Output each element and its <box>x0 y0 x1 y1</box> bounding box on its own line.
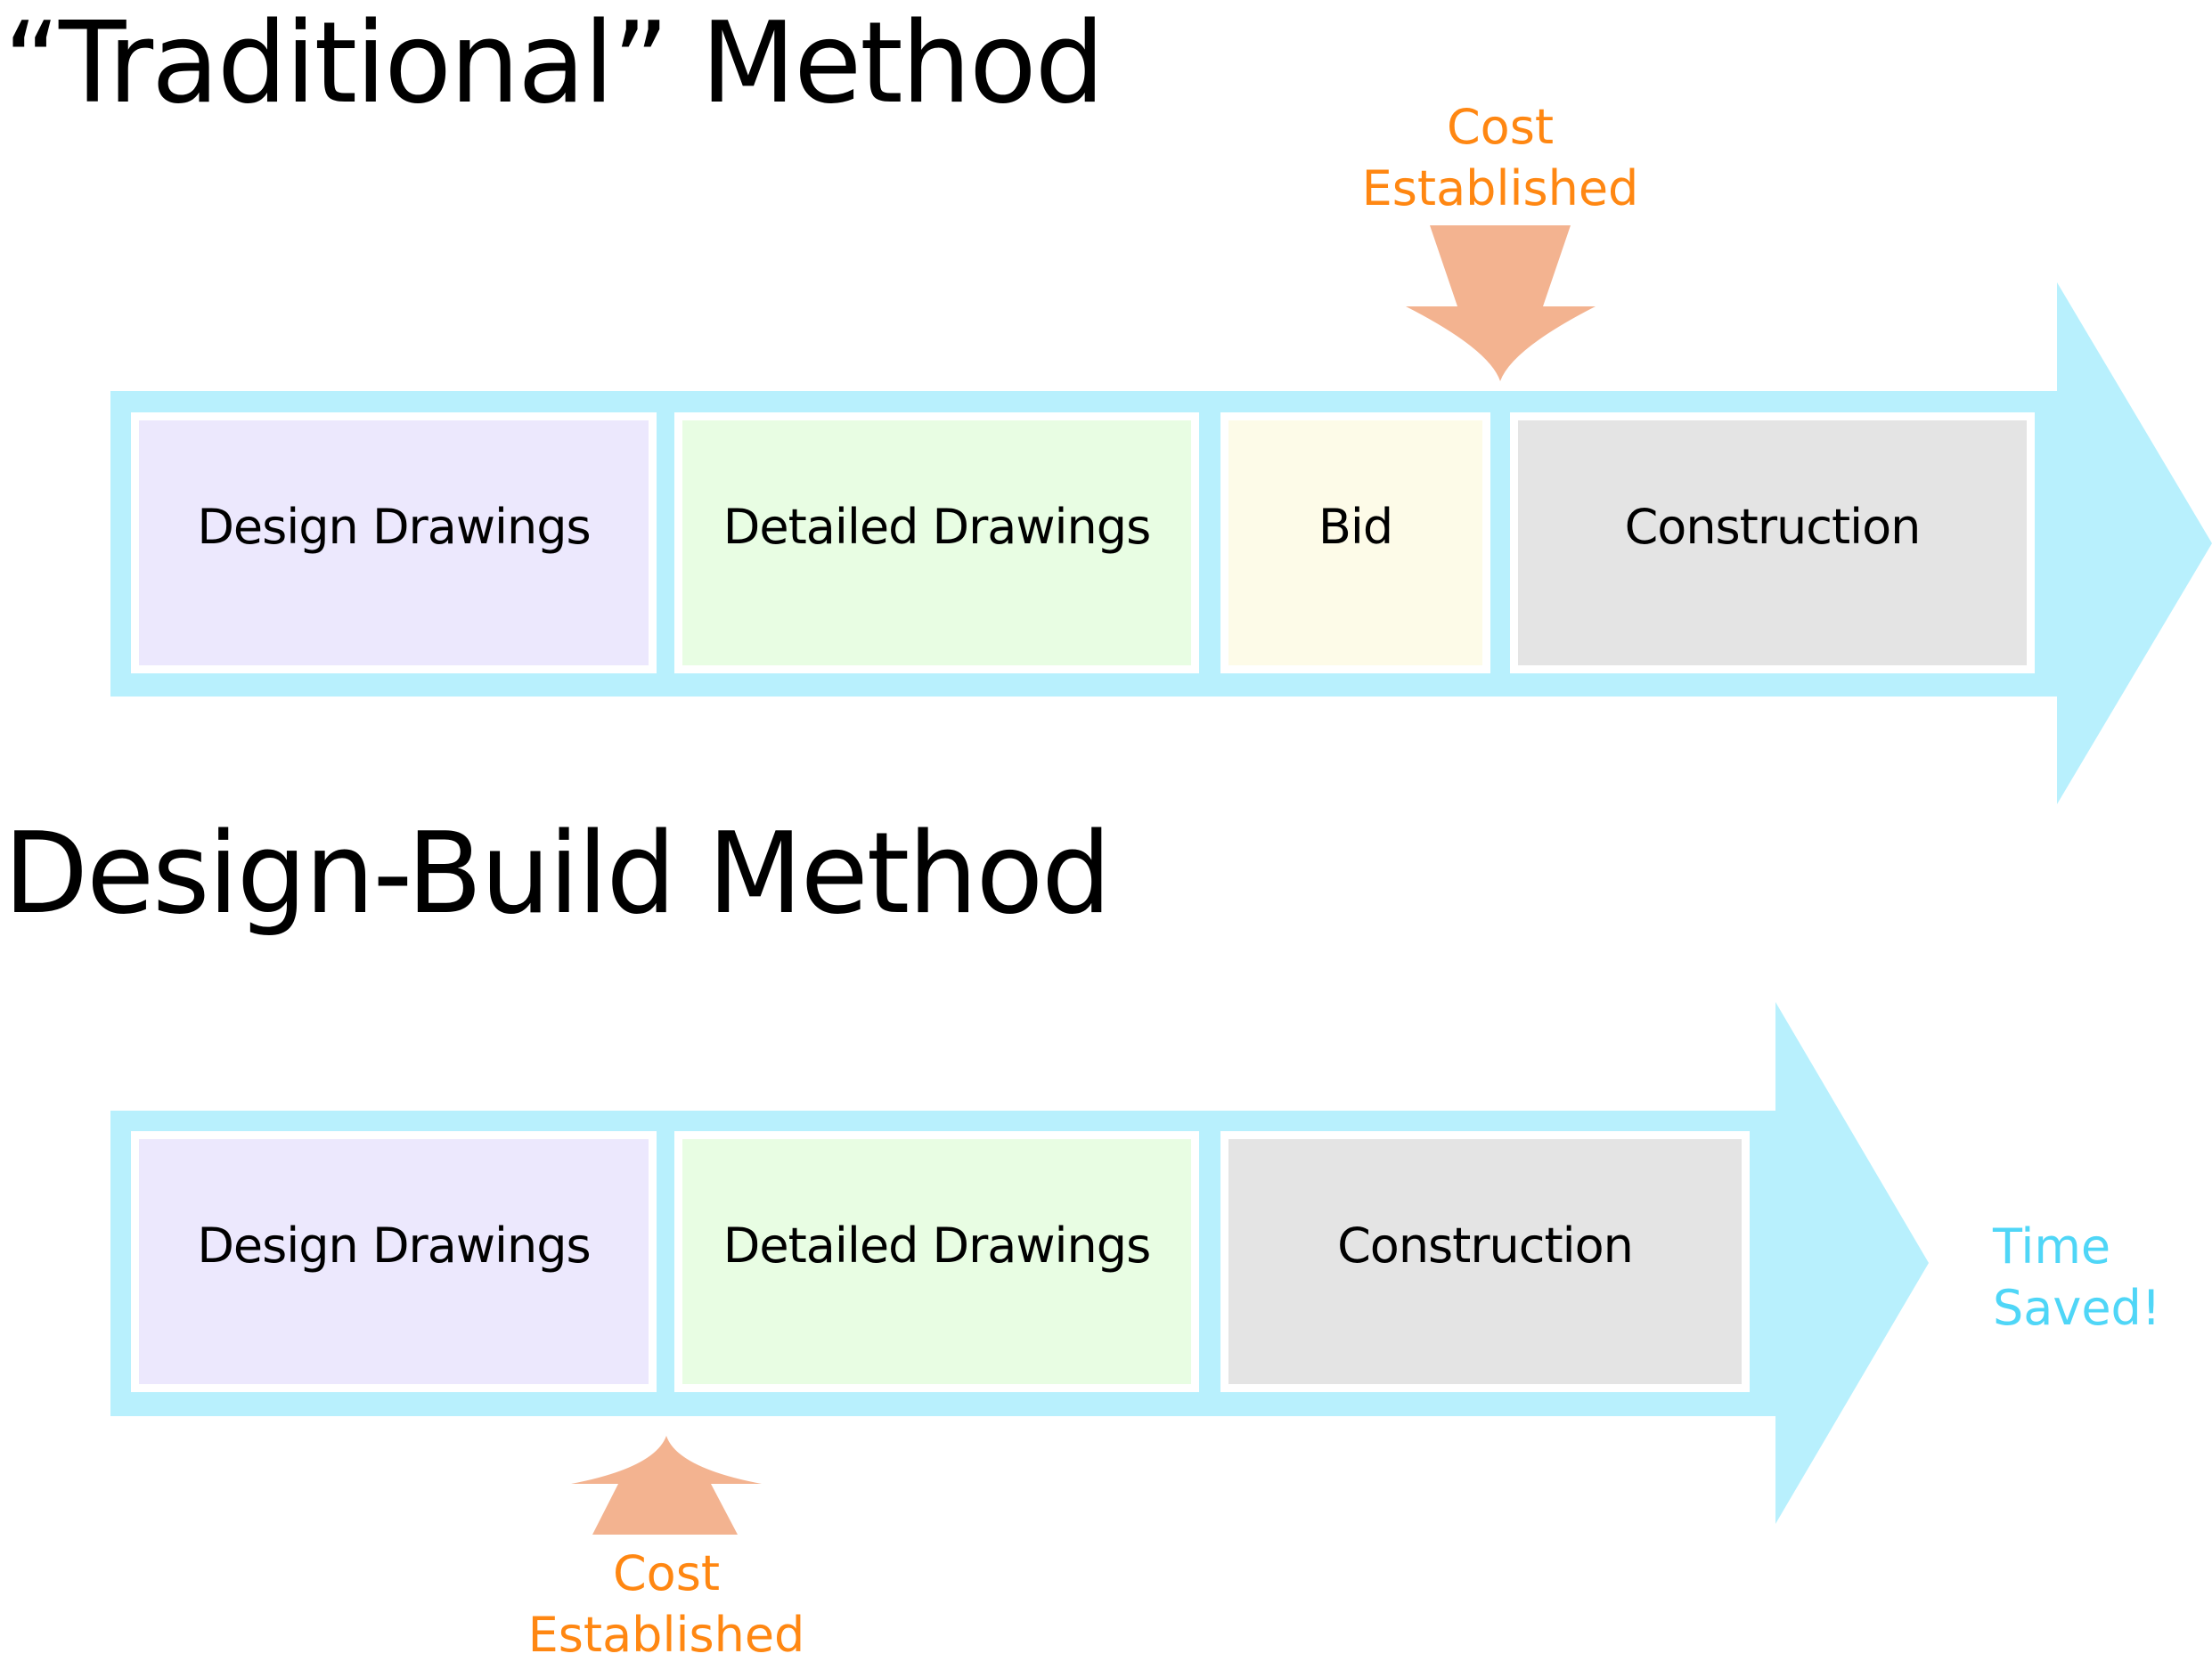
design-build-phase-detailed-drawings: Detailed Drawings <box>674 1131 1199 1392</box>
cost-label-line1: Cost <box>1446 99 1555 155</box>
cost-label-line2: Established <box>527 1607 805 1663</box>
traditional-phase-bid: Bid <box>1220 412 1490 673</box>
phase-label: Bid <box>1318 499 1393 555</box>
traditional-phase-design-drawings: Design Drawings <box>131 412 657 673</box>
traditional-phase-construction: Construction <box>1510 412 2035 673</box>
cost-label-line1: Cost <box>612 1545 721 1601</box>
phase-label: Detailed Drawings <box>722 1218 1151 1274</box>
time-saved-line2: Saved! <box>1993 1280 2161 1336</box>
design-build-cost-established-label: Cost Established <box>488 1543 845 1666</box>
diagram-canvas <box>110 225 2212 1535</box>
phase-label: Construction <box>1337 1218 1634 1274</box>
traditional-phase-detailed-drawings: Detailed Drawings <box>674 412 1199 673</box>
traditional-cost-established-label: Cost Established <box>1322 96 1678 219</box>
phase-label: Design Drawings <box>197 499 591 555</box>
cost-established-up-arrow-icon <box>571 1436 762 1535</box>
phase-label: Detailed Drawings <box>722 499 1151 555</box>
phase-label: Design Drawings <box>197 1218 591 1274</box>
cost-established-down-arrow-icon <box>1406 225 1596 381</box>
time-saved-line1: Time <box>1993 1218 2111 1275</box>
time-saved-callout: Time Saved! <box>1993 1216 2160 1339</box>
design-build-phase-construction: Construction <box>1220 1131 1750 1392</box>
design-build-phase-design-drawings: Design Drawings <box>131 1131 657 1392</box>
cost-label-line2: Established <box>1361 160 1639 216</box>
phase-label: Construction <box>1624 499 1922 555</box>
